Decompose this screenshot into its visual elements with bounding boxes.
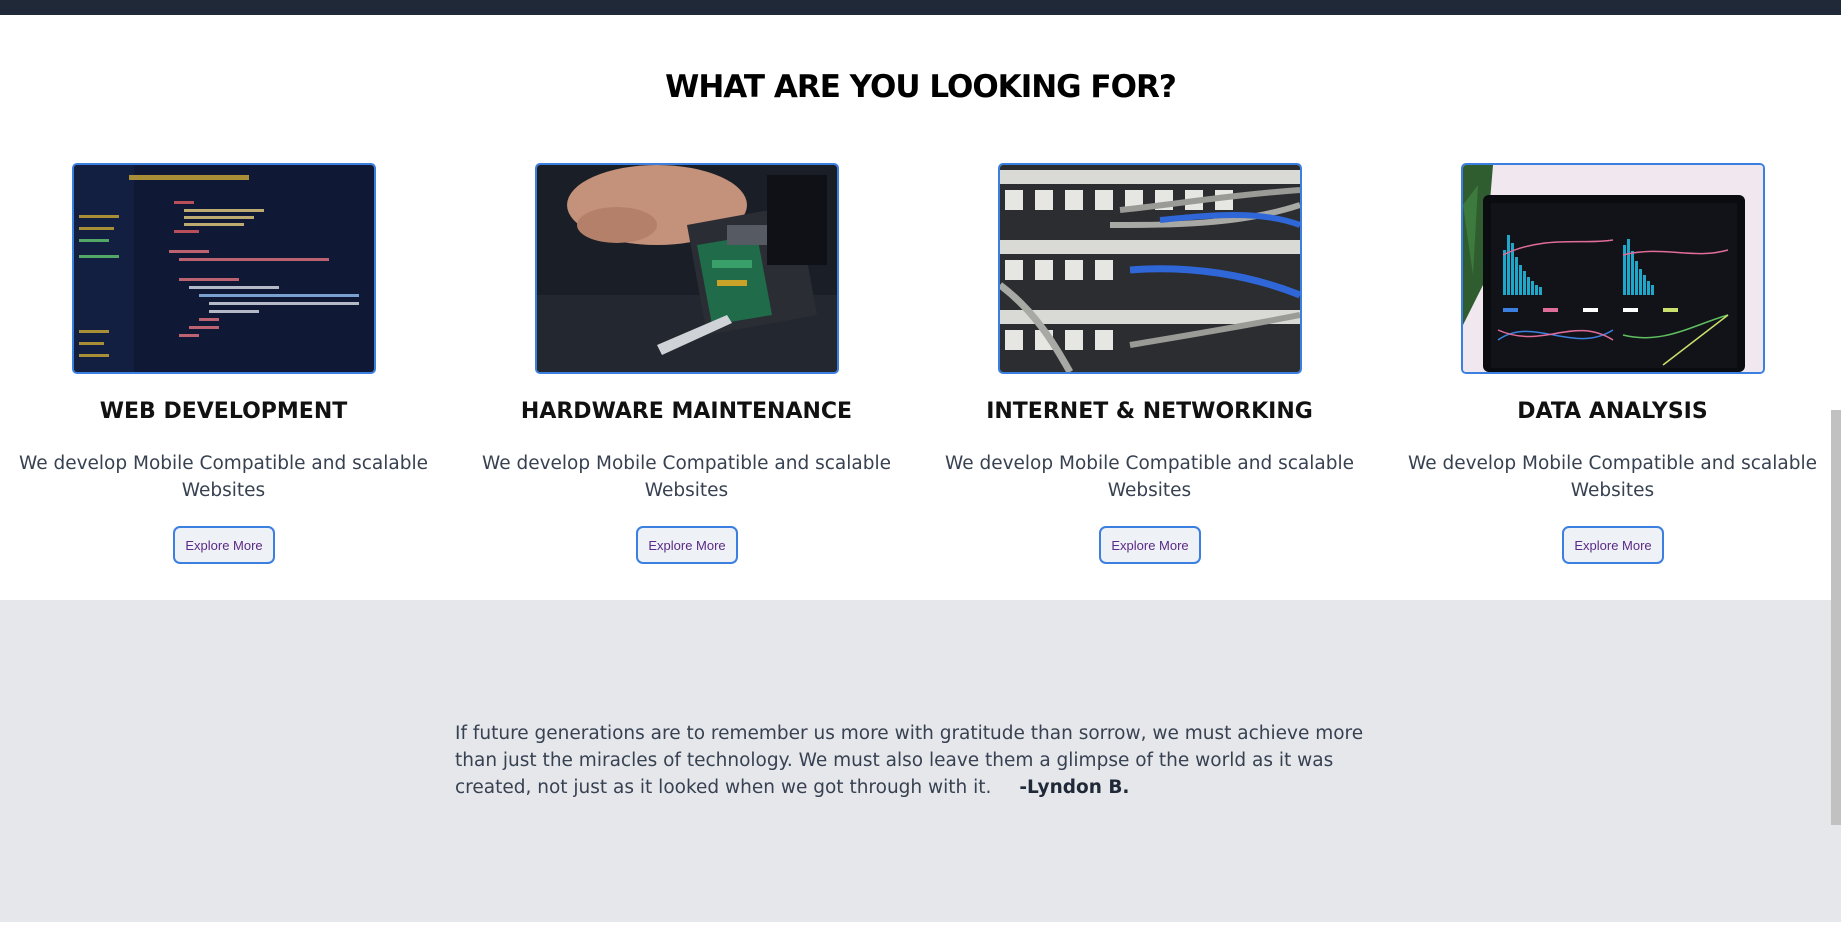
web-development-image xyxy=(72,163,376,374)
service-card-data-analysis: DATA ANALYSIS We develop Mobile Compatib… xyxy=(1390,163,1835,564)
service-card-internet-networking: INTERNET & NETWORKING We develop Mobile … xyxy=(927,163,1372,564)
explore-more-button[interactable]: Explore More xyxy=(173,526,275,564)
service-description: We develop Mobile Compatible and scalabl… xyxy=(18,453,429,501)
service-title: WEB DEVELOPMENT xyxy=(99,399,348,424)
service-title: HARDWARE MAINTENANCE xyxy=(520,399,853,424)
hardware-maintenance-image xyxy=(535,163,839,374)
internet-networking-image xyxy=(998,163,1302,374)
scrollbar-thumb[interactable] xyxy=(1831,410,1841,825)
service-description: We develop Mobile Compatible and scalabl… xyxy=(944,453,1355,501)
quote-author: -Lyndon B. xyxy=(1019,777,1130,798)
quote-block: If future generations are to remember us… xyxy=(455,720,1385,801)
service-card-web-development: WEB DEVELOPMENT We develop Mobile Compat… xyxy=(1,163,446,564)
explore-more-button[interactable]: Explore More xyxy=(636,526,738,564)
quote-text: If future generations are to remember us… xyxy=(455,723,1364,798)
service-description: We develop Mobile Compatible and scalabl… xyxy=(1407,453,1818,501)
explore-more-button[interactable]: Explore More xyxy=(1562,526,1664,564)
data-analysis-image xyxy=(1461,163,1765,374)
explore-more-button[interactable]: Explore More xyxy=(1099,526,1201,564)
service-description: We develop Mobile Compatible and scalabl… xyxy=(481,453,892,501)
service-title: INTERNET & NETWORKING xyxy=(986,399,1313,424)
service-card-hardware-maintenance: HARDWARE MAINTENANCE We develop Mobile C… xyxy=(464,163,909,564)
services-section: WHAT ARE YOU LOOKING FOR? WEB DEVELOPMEN… xyxy=(0,15,1841,600)
quote-section: If future generations are to remember us… xyxy=(0,600,1841,922)
top-nav-bar xyxy=(0,0,1841,15)
service-title: DATA ANALYSIS xyxy=(1517,399,1708,424)
section-heading: WHAT ARE YOU LOOKING FOR? xyxy=(665,69,1177,105)
